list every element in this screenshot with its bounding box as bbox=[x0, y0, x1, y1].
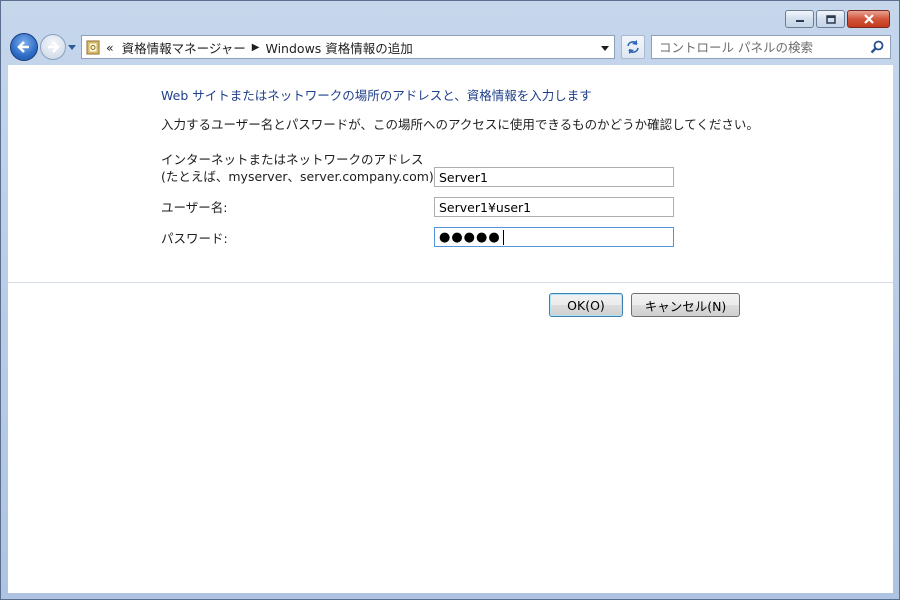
refresh-button[interactable] bbox=[621, 35, 645, 59]
forward-button[interactable] bbox=[40, 34, 66, 60]
content-area: Web サイトまたはネットワークの場所のアドレスと、資格情報を入力します 入力す… bbox=[8, 65, 893, 593]
address-overflow-chevron[interactable]: « bbox=[106, 40, 114, 55]
username-label: ユーザー名: bbox=[161, 200, 228, 215]
caption-buttons bbox=[783, 10, 890, 28]
address-label-line1: インターネットまたはネットワークのアドレス bbox=[161, 152, 424, 167]
control-panel-icon bbox=[86, 40, 100, 54]
username-field[interactable] bbox=[434, 197, 674, 217]
forward-arrow-icon bbox=[48, 41, 60, 53]
recent-pages-dropdown-icon[interactable] bbox=[67, 42, 77, 52]
maximize-icon bbox=[825, 14, 836, 24]
maximize-button[interactable] bbox=[816, 10, 845, 28]
minimize-button[interactable] bbox=[785, 10, 814, 28]
refresh-icon bbox=[627, 40, 639, 54]
close-button[interactable] bbox=[847, 10, 890, 28]
cancel-button[interactable]: キャンセル(N) bbox=[631, 293, 740, 317]
address-label: インターネットまたはネットワークのアドレス (たとえば、myserver、ser… bbox=[161, 151, 438, 185]
search-box bbox=[651, 35, 891, 59]
navigation-bar: « 資格情報マネージャー ▶ Windows 資格情報の追加 bbox=[7, 31, 891, 63]
address-bar[interactable]: « 資格情報マネージャー ▶ Windows 資格情報の追加 bbox=[81, 35, 615, 59]
password-field[interactable]: ●●●●● bbox=[434, 227, 674, 247]
password-label: パスワード: bbox=[161, 231, 228, 246]
address-field[interactable] bbox=[434, 167, 674, 187]
breadcrumb-credential-manager[interactable]: 資格情報マネージャー bbox=[122, 38, 246, 57]
address-label-line2: (たとえば、myserver、server.company.com): bbox=[161, 169, 439, 184]
divider bbox=[8, 282, 893, 283]
page-description: 入力するユーザー名とパスワードが、この場所へのアクセスに使用できるものかどうか確… bbox=[161, 117, 759, 132]
address-dropdown-icon[interactable] bbox=[598, 41, 612, 55]
back-button[interactable] bbox=[10, 33, 38, 61]
text-caret bbox=[502, 229, 504, 245]
breadcrumb-separator-icon[interactable]: ▶ bbox=[252, 42, 260, 53]
search-input[interactable] bbox=[652, 38, 869, 56]
minimize-icon bbox=[795, 20, 804, 22]
password-mask: ●●●●● bbox=[439, 229, 501, 245]
ok-button[interactable]: OK(O) bbox=[549, 293, 623, 317]
back-arrow-icon bbox=[17, 41, 29, 53]
breadcrumb-add-credential[interactable]: Windows 資格情報の追加 bbox=[266, 38, 413, 57]
page-heading: Web サイトまたはネットワークの場所のアドレスと、資格情報を入力します bbox=[161, 88, 592, 103]
close-icon bbox=[863, 14, 874, 24]
search-icon[interactable] bbox=[869, 39, 885, 55]
window: « 資格情報マネージャー ▶ Windows 資格情報の追加 Web サイトまた… bbox=[0, 0, 900, 600]
